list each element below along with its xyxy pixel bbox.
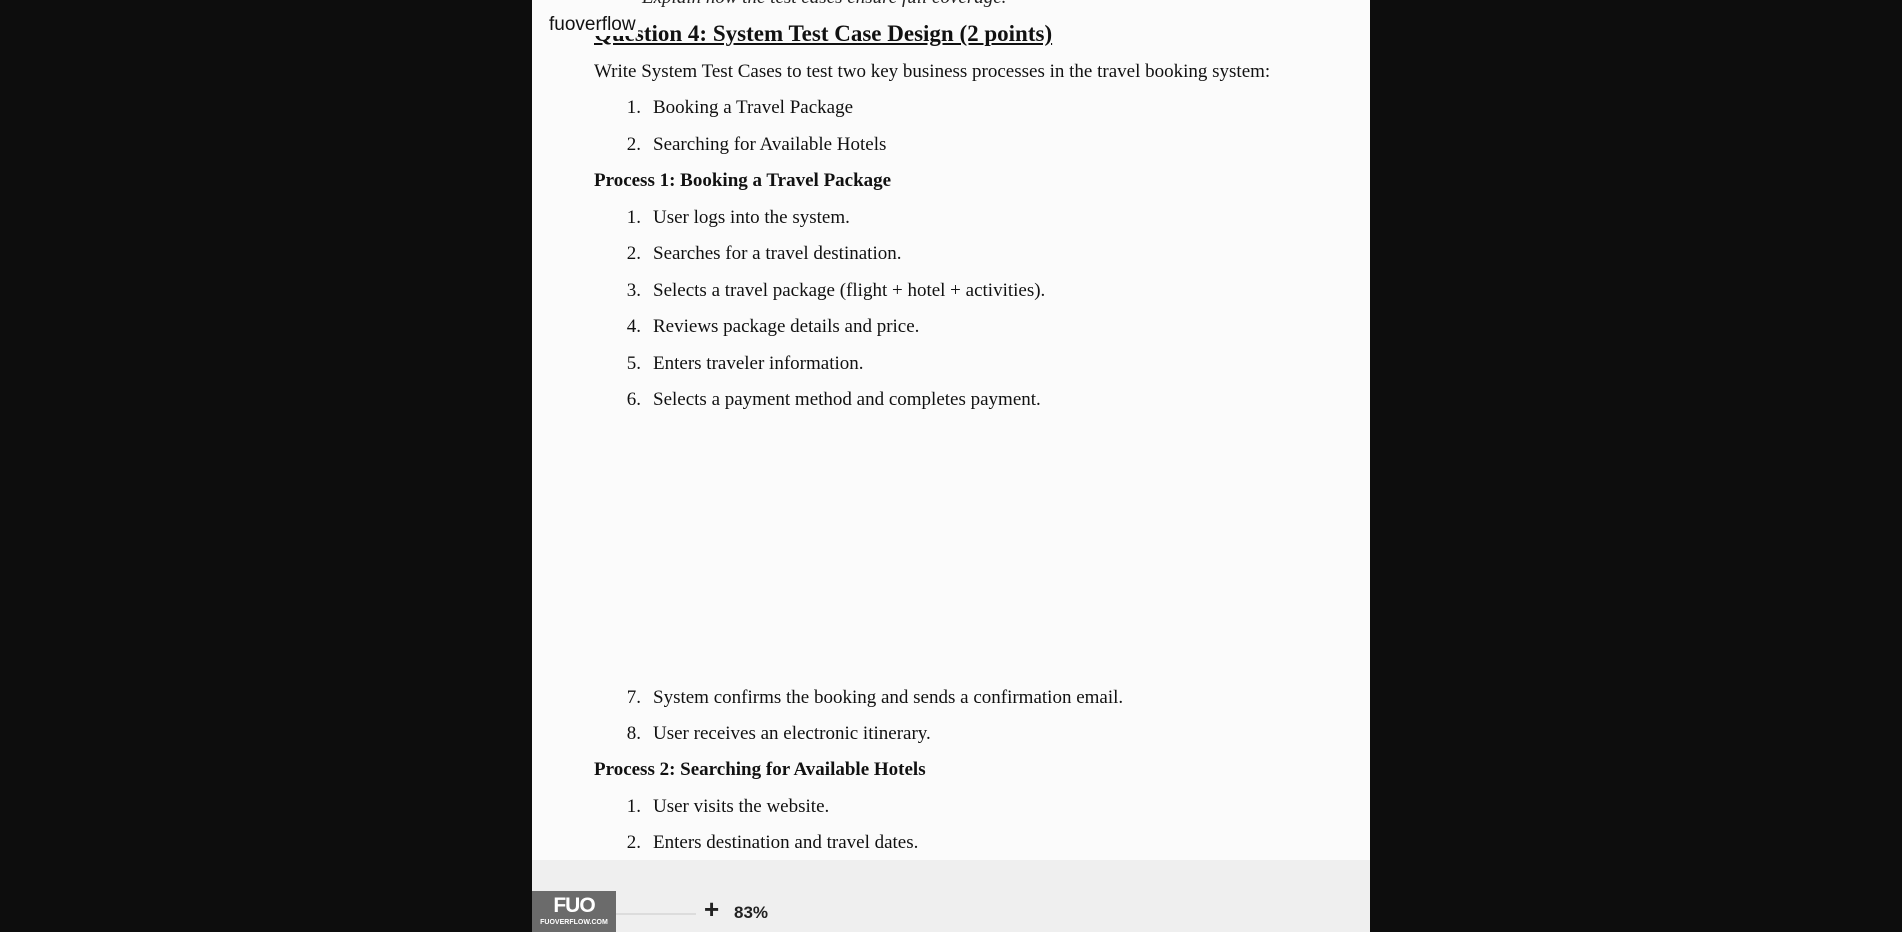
step-number: 2. bbox=[626, 832, 641, 853]
step-text: Searches for a travel destination. bbox=[653, 243, 902, 264]
zoom-slider[interactable] bbox=[616, 913, 696, 915]
step-number: 8. bbox=[626, 723, 641, 744]
step-text: System confirms the booking and sends a … bbox=[653, 687, 1124, 708]
step-text: Selects a travel package (flight + hotel… bbox=[653, 280, 1046, 301]
step-number: 3. bbox=[626, 280, 641, 301]
list-number: 1. bbox=[626, 97, 641, 118]
zoom-level: 83% bbox=[734, 903, 769, 922]
clipped-bullet: • bbox=[617, 0, 624, 9]
step-text: Enters traveler information. bbox=[653, 353, 864, 374]
list-text: Searching for Available Hotels bbox=[653, 134, 887, 155]
step-number: 2. bbox=[626, 243, 641, 264]
step-text: Reviews package details and price. bbox=[653, 316, 920, 337]
watermark: fuoverflow bbox=[547, 14, 638, 36]
viewer-toolbar bbox=[532, 860, 1370, 932]
list-text: Booking a Travel Package bbox=[653, 97, 854, 118]
document-page: • Explain how the test cases ensure full… bbox=[532, 0, 1370, 860]
step-number: 1. bbox=[626, 207, 641, 228]
process1-heading: Process 1: Booking a Travel Package bbox=[594, 170, 892, 191]
step-number: 6. bbox=[626, 389, 641, 410]
step-text: Selects a payment method and completes p… bbox=[653, 389, 1041, 410]
step-number: 7. bbox=[626, 687, 641, 708]
step-text: User visits the website. bbox=[653, 796, 830, 817]
list-number: 2. bbox=[626, 134, 641, 155]
fuoverflow-logo: FUO FUOVERFLOW.COM bbox=[532, 891, 616, 932]
question-title: Question 4: System Test Case Design (2 p… bbox=[594, 21, 1053, 46]
step-number: 5. bbox=[626, 353, 641, 374]
step-text: User receives an electronic itinerary. bbox=[653, 723, 931, 744]
step-text: User logs into the system. bbox=[653, 207, 850, 228]
step-text: Enters destination and travel dates. bbox=[653, 832, 919, 853]
logo-text: FUO bbox=[553, 894, 595, 917]
step-number: 4. bbox=[626, 316, 641, 337]
process2-heading: Process 2: Searching for Available Hotel… bbox=[594, 759, 926, 780]
logo-subtext: FUOVERFLOW.COM bbox=[540, 919, 608, 926]
clipped-previous-line: Explain how the test cases ensure full c… bbox=[642, 0, 1006, 9]
step-number: 1. bbox=[626, 796, 641, 817]
zoom-in-button[interactable]: + bbox=[704, 896, 719, 922]
intro-text: Write System Test Cases to test two key … bbox=[594, 61, 1271, 82]
